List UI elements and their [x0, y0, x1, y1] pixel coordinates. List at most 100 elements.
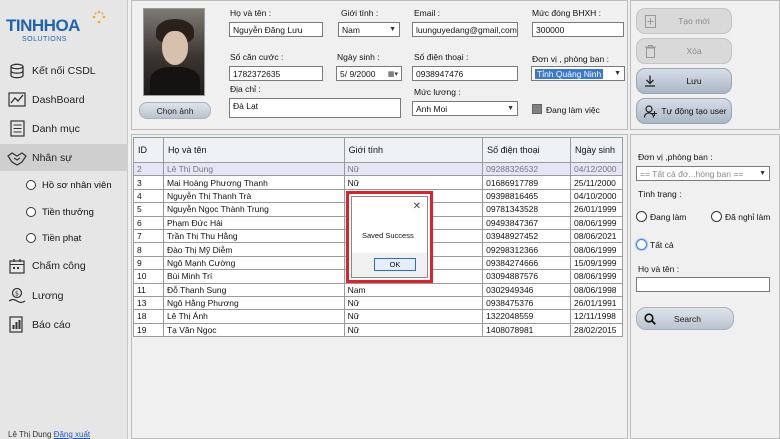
table-row[interactable]: 2 Lê Thị Dung Nữ 09288326532 04/12/2000 [133, 161, 624, 177]
table-row[interactable]: 11 Đỗ Thanh Sung Nam 0302949346 08/06/1998 [133, 282, 624, 297]
salary-label: Mức lương : [414, 87, 461, 97]
sidebar-item-dashboard[interactable]: DashBoard [0, 86, 128, 113]
filter-name-input[interactable] [636, 277, 770, 292]
sidebar-item-catalog[interactable]: Danh mục [0, 115, 128, 142]
chevron-down-icon: ▼ [507, 105, 514, 112]
fullname-field[interactable]: Nguyễn Đăng Lưu [229, 22, 323, 37]
sidebar-subitem-bonus[interactable]: Tiền thưởng [0, 200, 128, 224]
sidebar-subitem-penalty[interactable]: Tiền phạt [0, 226, 128, 250]
svg-text:$: $ [15, 290, 19, 298]
bhxh-field[interactable]: 300000 [532, 22, 624, 37]
working-checkbox[interactable] [532, 104, 542, 114]
filter-all-radio[interactable]: Tất cả [636, 239, 674, 250]
close-icon[interactable]: ✕ [413, 201, 421, 212]
cell-dob: 28/02/2015 [569, 322, 624, 338]
cell-phone: 09298312366 [482, 242, 571, 257]
list-icon [6, 120, 28, 138]
sidebar-subitem-label: Hồ sơ nhân viên [42, 179, 112, 191]
cell-dob: 26/01/1991 [569, 295, 624, 311]
cell-dob: 08/06/2021 [569, 228, 624, 244]
filter-dept-select[interactable]: == Tất cả đơ...hòng ban == ▼ [636, 166, 770, 181]
address-field[interactable]: Đà Lạt [229, 98, 401, 118]
calendar-dropdown-icon: ▦▾ [387, 70, 398, 78]
add-file-icon [643, 14, 657, 28]
calendar-icon [6, 257, 28, 275]
column-header-dob[interactable]: Ngày sinh [569, 137, 624, 163]
gender-value: Nam [342, 24, 360, 35]
table-row[interactable]: 3 Mai Hoàng Phương Thanh Nữ 01686917789 25/1… [133, 175, 624, 190]
email-field[interactable]: luunguyedang@gmail,com [412, 22, 518, 37]
table-row[interactable]: 19 Tạ Văn Ngọc Nữ 1408078981 28/02/2015 [133, 322, 624, 338]
cell-phone: 03094887576 [482, 269, 571, 284]
filter-dept-label: Đơn vị ,phòng ban : [638, 152, 713, 162]
dob-label: Ngày sinh : [337, 52, 380, 62]
cell-id: 4 [133, 188, 164, 204]
cell-id: 2 [133, 161, 164, 177]
dialog-body: ✕ Saved Success OK [351, 196, 428, 278]
new-button[interactable]: Tạo mới [636, 8, 732, 34]
filter-working-radio[interactable]: Đang làm [636, 211, 686, 222]
sidebar-item-database[interactable]: Kết nối CSDL [0, 57, 128, 84]
cell-name: Nguyễn Ngọc Thành Trung [162, 202, 345, 217]
brand-logo: TINHHOA SOLUTIONS [6, 6, 106, 46]
save-button[interactable]: Lưu [636, 68, 732, 94]
filter-status-label: Tình trạng : [638, 189, 682, 199]
table-row[interactable]: 18 Lê Thị Ánh Nữ 1322048559 12/11/1998 [133, 309, 624, 324]
delete-button[interactable]: Xóa [636, 38, 732, 64]
logout-link[interactable]: Đăng xuất [54, 430, 90, 439]
fullname-label: Họ và tên : [230, 8, 272, 18]
filter-name-label: Họ và tên : [638, 264, 680, 274]
filter-quit-radio[interactable]: Đã nghỉ làm [711, 211, 770, 222]
cell-gender: Nữ [343, 309, 484, 324]
sidebar-subitem-profiles[interactable]: Hồ sơ nhân viên [0, 173, 128, 197]
sidebar-item-report[interactable]: Báo cáo [0, 311, 128, 338]
table-header-row: ID Họ và tên Giới tính Số điện thoại Ngà… [133, 137, 624, 163]
sidebar-item-hr[interactable]: Nhân sự [0, 144, 128, 171]
handshake-icon [6, 149, 28, 167]
table-row[interactable]: 13 Ngô Hằng Phương Nữ 0938475376 26/01/1991 [133, 295, 624, 311]
column-header-gender[interactable]: Giới tính [343, 137, 484, 163]
dept-select[interactable]: Tỉnh Quảng Ninh ▼ [531, 66, 625, 81]
cell-phone: 09493847367 [482, 215, 571, 230]
ok-button[interactable]: OK [374, 258, 416, 271]
cell-gender: Nữ [343, 322, 484, 338]
column-header-phone[interactable]: Số điện thoại [482, 137, 571, 163]
brand-sub: SOLUTIONS [22, 36, 67, 43]
search-button[interactable]: Search [636, 307, 734, 330]
cccd-field[interactable]: 1782372635 [229, 66, 323, 81]
delete-button-label: Xóa [686, 46, 702, 56]
cell-id: 19 [133, 322, 164, 338]
cell-id: 3 [133, 175, 164, 190]
phone-field[interactable]: 0938947476 [412, 66, 518, 81]
choose-image-button[interactable]: Chọn ảnh [139, 102, 211, 119]
cell-name: Bùi Minh Trí [162, 269, 345, 284]
cell-gender: Nữ [343, 295, 484, 311]
sidebar-item-salary[interactable]: $ Lương [0, 282, 128, 309]
employee-photo [143, 8, 205, 96]
save-button-label: Lưu [686, 76, 702, 86]
cell-name: Đỗ Thanh Sung [162, 282, 345, 297]
chevron-down-icon: ▼ [614, 70, 621, 77]
cell-phone: 09384274666 [482, 255, 571, 271]
search-icon [644, 312, 656, 325]
cell-phone: 01686917789 [482, 175, 571, 190]
salary-select[interactable]: Anh Moi ▼ [412, 101, 518, 116]
dob-picker[interactable]: 5/ 9/2000 ▦▾ [336, 66, 402, 81]
chevron-down-icon: ▼ [759, 170, 766, 177]
cell-id: 10 [133, 269, 164, 284]
radio-selected-icon [636, 239, 647, 250]
gender-select[interactable]: Nam ▼ [338, 22, 400, 37]
sidebar-item-attendance[interactable]: Chấm công [0, 252, 128, 279]
cell-name: Mai Hoàng Phương Thanh [162, 175, 345, 190]
column-header-id[interactable]: ID [133, 137, 164, 163]
auto-user-button[interactable]: Tự động tạo user [636, 98, 732, 124]
cell-dob: 12/11/1998 [569, 309, 624, 324]
filter-working-label: Đang làm [650, 211, 687, 222]
cell-dob: 04/12/2000 [569, 161, 624, 177]
cell-phone: 09781343528 [482, 202, 571, 217]
column-header-name[interactable]: Họ và tên [162, 137, 345, 163]
cell-name: Tạ Văn Ngọc [162, 322, 345, 338]
radio-icon [26, 233, 36, 243]
auto-user-button-label: Tự động tạo user [661, 106, 727, 116]
cell-phone: 1408078981 [482, 322, 571, 338]
